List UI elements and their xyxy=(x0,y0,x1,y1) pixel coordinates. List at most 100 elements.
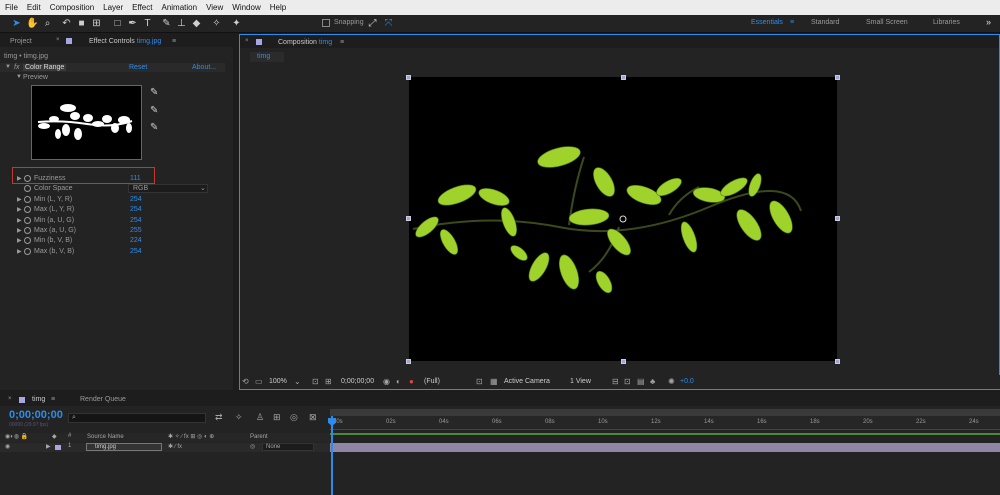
transform-handle[interactable] xyxy=(406,75,411,80)
rectangle-tool-icon[interactable]: □ xyxy=(111,17,124,30)
tab-composition[interactable]: Composition timg xyxy=(278,39,332,46)
transform-handle[interactable] xyxy=(835,359,840,364)
monitor-icon[interactable]: ▭ xyxy=(255,377,263,386)
menu-window[interactable]: Window xyxy=(232,3,260,12)
stopwatch-icon[interactable] xyxy=(24,216,31,224)
tab-project[interactable]: Project xyxy=(10,38,32,45)
workspace-small-screen[interactable]: Small Screen xyxy=(866,19,908,26)
menu-layer[interactable]: Layer xyxy=(103,3,123,12)
work-area-bar[interactable] xyxy=(330,409,1000,416)
tab-timeline-timg[interactable]: timg xyxy=(32,396,45,403)
snap-feature-icon[interactable]: ⤢ xyxy=(366,17,379,30)
workspace-standard[interactable]: Standard xyxy=(811,19,839,26)
reset-button[interactable]: Reset xyxy=(129,64,147,71)
stopwatch-icon[interactable] xyxy=(24,237,31,245)
hand-tool-icon[interactable]: ✋ xyxy=(26,17,39,30)
property-value[interactable]: 254 xyxy=(130,206,142,213)
zoom-level-dropdown[interactable]: 100% xyxy=(269,378,287,385)
exposure-icon[interactable]: ✺ xyxy=(668,377,675,386)
comp-viewer[interactable] xyxy=(409,77,837,361)
snapping-checkbox[interactable] xyxy=(322,19,330,27)
puppet-tool-icon[interactable]: ✦ xyxy=(230,17,243,30)
property-expand-icon[interactable]: ▶ xyxy=(17,196,22,203)
panel-menu-icon[interactable]: ≡ xyxy=(172,38,176,45)
workspace-libraries[interactable]: Libraries xyxy=(933,19,960,26)
visibility-toggle-icon[interactable]: ◉ xyxy=(5,443,10,450)
camera-tool-icon[interactable]: ■ xyxy=(75,17,88,30)
resolution-dropdown[interactable]: (Full) xyxy=(424,378,440,385)
pen-tool-icon[interactable]: ✒ xyxy=(126,17,139,30)
shy-layers-icon[interactable]: ♙ xyxy=(256,412,264,423)
eraser-tool-icon[interactable]: ◆ xyxy=(190,17,203,30)
fit-icon[interactable]: ⊡ xyxy=(312,377,319,386)
property-value[interactable]: 111 xyxy=(130,175,141,182)
grid-icon[interactable]: ⊞ xyxy=(325,377,332,386)
menu-help[interactable]: Help xyxy=(270,3,286,12)
parent-pickwhip-icon[interactable]: ◎ xyxy=(250,443,255,450)
comp-mini-flowchart-icon[interactable]: ⇄ xyxy=(215,412,223,423)
snap-edge-icon[interactable]: ⤧ xyxy=(382,17,395,30)
parent-dropdown[interactable]: None xyxy=(262,443,314,451)
type-tool-icon[interactable]: T xyxy=(141,17,154,30)
layer-duration-bar[interactable] xyxy=(330,443,1000,452)
property-value[interactable]: RGB xyxy=(133,185,148,192)
timeline-icon[interactable]: ▤ xyxy=(637,377,645,386)
fx-toggle[interactable]: fx xyxy=(14,64,19,71)
stopwatch-icon[interactable] xyxy=(24,227,31,234)
exposure-value[interactable]: +0.0 xyxy=(680,378,694,385)
zoom-tool-icon[interactable]: ⌕ xyxy=(41,17,54,30)
layer-name[interactable]: timg.jpg xyxy=(86,443,162,451)
flowchart-icon[interactable]: ♣ xyxy=(650,377,655,386)
eyedropper-icon[interactable]: ✎ xyxy=(150,87,158,98)
stopwatch-icon[interactable] xyxy=(24,185,31,193)
menu-view[interactable]: View xyxy=(206,3,223,12)
property-value[interactable]: 224 xyxy=(130,237,142,244)
tab-render-queue[interactable]: Render Queue xyxy=(80,396,126,403)
draft-3d-icon[interactable]: ✧ xyxy=(235,412,243,423)
property-value[interactable]: 255 xyxy=(130,227,142,234)
property-expand-icon[interactable]: ▶ xyxy=(17,206,22,213)
motion-blur-icon[interactable]: ◎ xyxy=(290,412,298,423)
property-value[interactable]: 254 xyxy=(130,217,142,224)
rotation-tool-icon[interactable]: ↶ xyxy=(60,17,73,30)
menu-edit[interactable]: Edit xyxy=(27,3,41,12)
graph-editor-icon[interactable]: ⊠ xyxy=(309,412,317,423)
panel-menu-icon[interactable]: ≡ xyxy=(340,39,344,46)
timeline-timecode[interactable]: 0;00;00;00 xyxy=(9,409,63,421)
brush-tool-icon[interactable]: ✎ xyxy=(160,17,173,30)
roto-brush-tool-icon[interactable]: ✧ xyxy=(210,17,223,30)
effect-collapse-icon[interactable]: ▼ xyxy=(5,64,11,70)
transform-handle[interactable] xyxy=(406,359,411,364)
clone-stamp-tool-icon[interactable]: ⊥ xyxy=(175,17,188,30)
menu-effect[interactable]: Effect xyxy=(132,3,152,12)
stopwatch-icon[interactable] xyxy=(24,175,31,182)
always-preview-icon[interactable]: ⟲ xyxy=(242,377,249,386)
property-expand-icon[interactable]: ▶ xyxy=(17,248,22,255)
property-value[interactable]: 254 xyxy=(130,248,142,255)
current-time-display[interactable]: 0;00;00;00 xyxy=(341,378,374,385)
chevron-down-icon[interactable]: ⌄ xyxy=(294,377,301,386)
property-expand-icon[interactable]: ▶ xyxy=(17,175,22,182)
menu-composition[interactable]: Composition xyxy=(50,3,94,12)
about-button[interactable]: About... xyxy=(192,64,216,71)
property-expand-icon[interactable]: ▶ xyxy=(17,227,22,234)
transform-handle[interactable] xyxy=(621,75,626,80)
layer-label-color[interactable] xyxy=(55,445,61,450)
workspace-menu-icon[interactable]: ≡ xyxy=(790,19,794,26)
menu-animation[interactable]: Animation xyxy=(161,3,197,12)
transform-handle[interactable] xyxy=(835,75,840,80)
time-ruler[interactable] xyxy=(330,416,1000,430)
snapshot-icon[interactable]: ◉ xyxy=(383,377,390,386)
workspace-overflow-button[interactable]: » xyxy=(986,17,991,27)
camera-dropdown[interactable]: Active Camera xyxy=(504,378,550,385)
view-layout-dropdown[interactable]: 1 View xyxy=(570,378,591,385)
property-expand-icon[interactable]: ▶ xyxy=(17,237,22,244)
effect-name[interactable]: Color Range xyxy=(23,64,67,71)
close-icon[interactable]: × xyxy=(8,396,12,402)
property-expand-icon[interactable]: ▶ xyxy=(17,217,22,224)
pan-behind-tool-icon[interactable]: ⊞ xyxy=(90,17,103,30)
parent-header[interactable]: Parent xyxy=(250,434,268,440)
close-icon[interactable]: × xyxy=(56,37,60,43)
stopwatch-icon[interactable] xyxy=(24,206,31,214)
property-value[interactable]: 254 xyxy=(130,196,142,203)
